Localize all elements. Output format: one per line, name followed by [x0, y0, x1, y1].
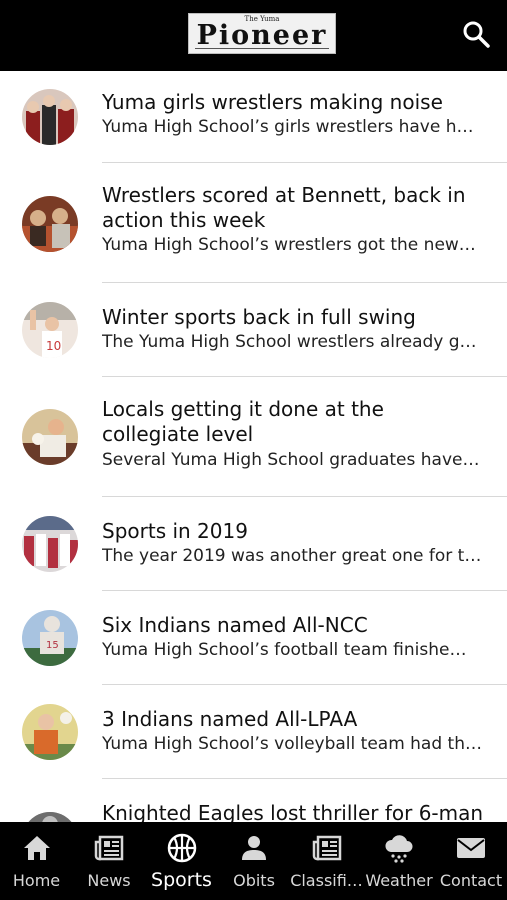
article-thumbnail — [22, 516, 78, 572]
tab-weather[interactable]: Weather — [363, 822, 435, 900]
article-item[interactable]: Locals getting it done at the collegiate… — [0, 377, 507, 497]
article-snippet: The year 2019 was another great one for … — [102, 546, 482, 566]
article-thumbnail — [22, 89, 78, 145]
article-title: Wrestlers scored at Bennett, back in act… — [102, 183, 466, 232]
logo-title: Pioneer — [196, 20, 328, 51]
article-thumbnail: 15 — [22, 610, 78, 666]
tab-obits[interactable]: Obits — [218, 822, 290, 900]
home-icon — [23, 836, 50, 860]
article-item[interactable]: 15 Six Indians named All-NCC Yuma High S… — [0, 591, 507, 685]
article-item[interactable]: 10 Winter sports back in full swing The … — [0, 283, 507, 377]
article-item[interactable]: 3 Indians named All-LPAA Yuma High Schoo… — [0, 685, 507, 779]
tab-classifieds[interactable]: Classifi… — [290, 822, 363, 900]
article-item[interactable]: Wrestlers scored at Bennett, back in act… — [0, 163, 507, 283]
article-snippet: Several Yuma High School graduates have… — [102, 450, 480, 470]
article-item[interactable]: Knighted Eagles lost thriller for 6-man — [0, 779, 507, 822]
article-title: Locals getting it done at the collegiate… — [102, 397, 384, 446]
tab-sports[interactable]: Sports — [145, 822, 218, 900]
bottom-navigation: Home News Sports Obits Classifi… Weather… — [0, 822, 507, 900]
article-title: Knighted Eagles lost thriller for 6-man — [102, 801, 484, 822]
logo-rule — [195, 48, 329, 49]
article-thumbnail — [22, 812, 78, 822]
article-thumbnail — [22, 704, 78, 760]
tab-label: Sports — [151, 869, 212, 891]
article-thumbnail — [22, 196, 78, 252]
article-snippet: Yuma High School’s girls wrestlers have … — [102, 117, 474, 137]
newspaper-icon — [312, 835, 341, 861]
top-app-bar: The Yuma Pioneer — [0, 0, 507, 71]
article-snippet: Yuma High School’s wrestlers got the new… — [102, 235, 476, 255]
person-icon — [242, 836, 266, 860]
article-title: Winter sports back in full swing — [102, 305, 416, 329]
article-title: Sports in 2019 — [102, 519, 248, 543]
search-icon[interactable] — [461, 19, 491, 49]
svg-text:15: 15 — [46, 640, 59, 651]
tab-label: Obits — [233, 871, 275, 890]
article-snippet: Yuma High School’s volleyball team had t… — [102, 734, 482, 754]
article-title: Six Indians named All-NCC — [102, 613, 368, 637]
tab-contact[interactable]: Contact — [435, 822, 507, 900]
tab-label: Contact — [439, 871, 503, 890]
article-snippet: Yuma High School’s football team finishe… — [102, 640, 467, 660]
article-list[interactable]: Yuma girls wrestlers making noise Yuma H… — [0, 71, 507, 822]
newspaper-icon — [94, 835, 124, 861]
mail-icon — [457, 838, 485, 858]
tab-label: News — [87, 871, 131, 890]
svg-text:10: 10 — [46, 339, 61, 353]
article-item[interactable]: Sports in 2019 The year 2019 was another… — [0, 497, 507, 591]
pioneer-logo[interactable]: The Yuma Pioneer — [188, 13, 336, 54]
basketball-icon — [167, 833, 196, 863]
tab-home[interactable]: Home — [0, 822, 73, 900]
article-thumbnail: 10 — [22, 302, 78, 358]
article-snippet: The Yuma High School wrestlers already g… — [102, 332, 477, 352]
article-item[interactable]: Yuma girls wrestlers making noise Yuma H… — [0, 71, 507, 163]
weather-icon — [385, 835, 413, 863]
tab-label: Home — [12, 871, 61, 890]
tab-news[interactable]: News — [73, 822, 145, 900]
tab-label: Weather — [365, 871, 433, 890]
article-title: Yuma girls wrestlers making noise — [102, 90, 443, 114]
article-thumbnail — [22, 409, 78, 465]
tab-label: Classifi… — [290, 871, 363, 890]
article-title: 3 Indians named All-LPAA — [102, 707, 358, 731]
